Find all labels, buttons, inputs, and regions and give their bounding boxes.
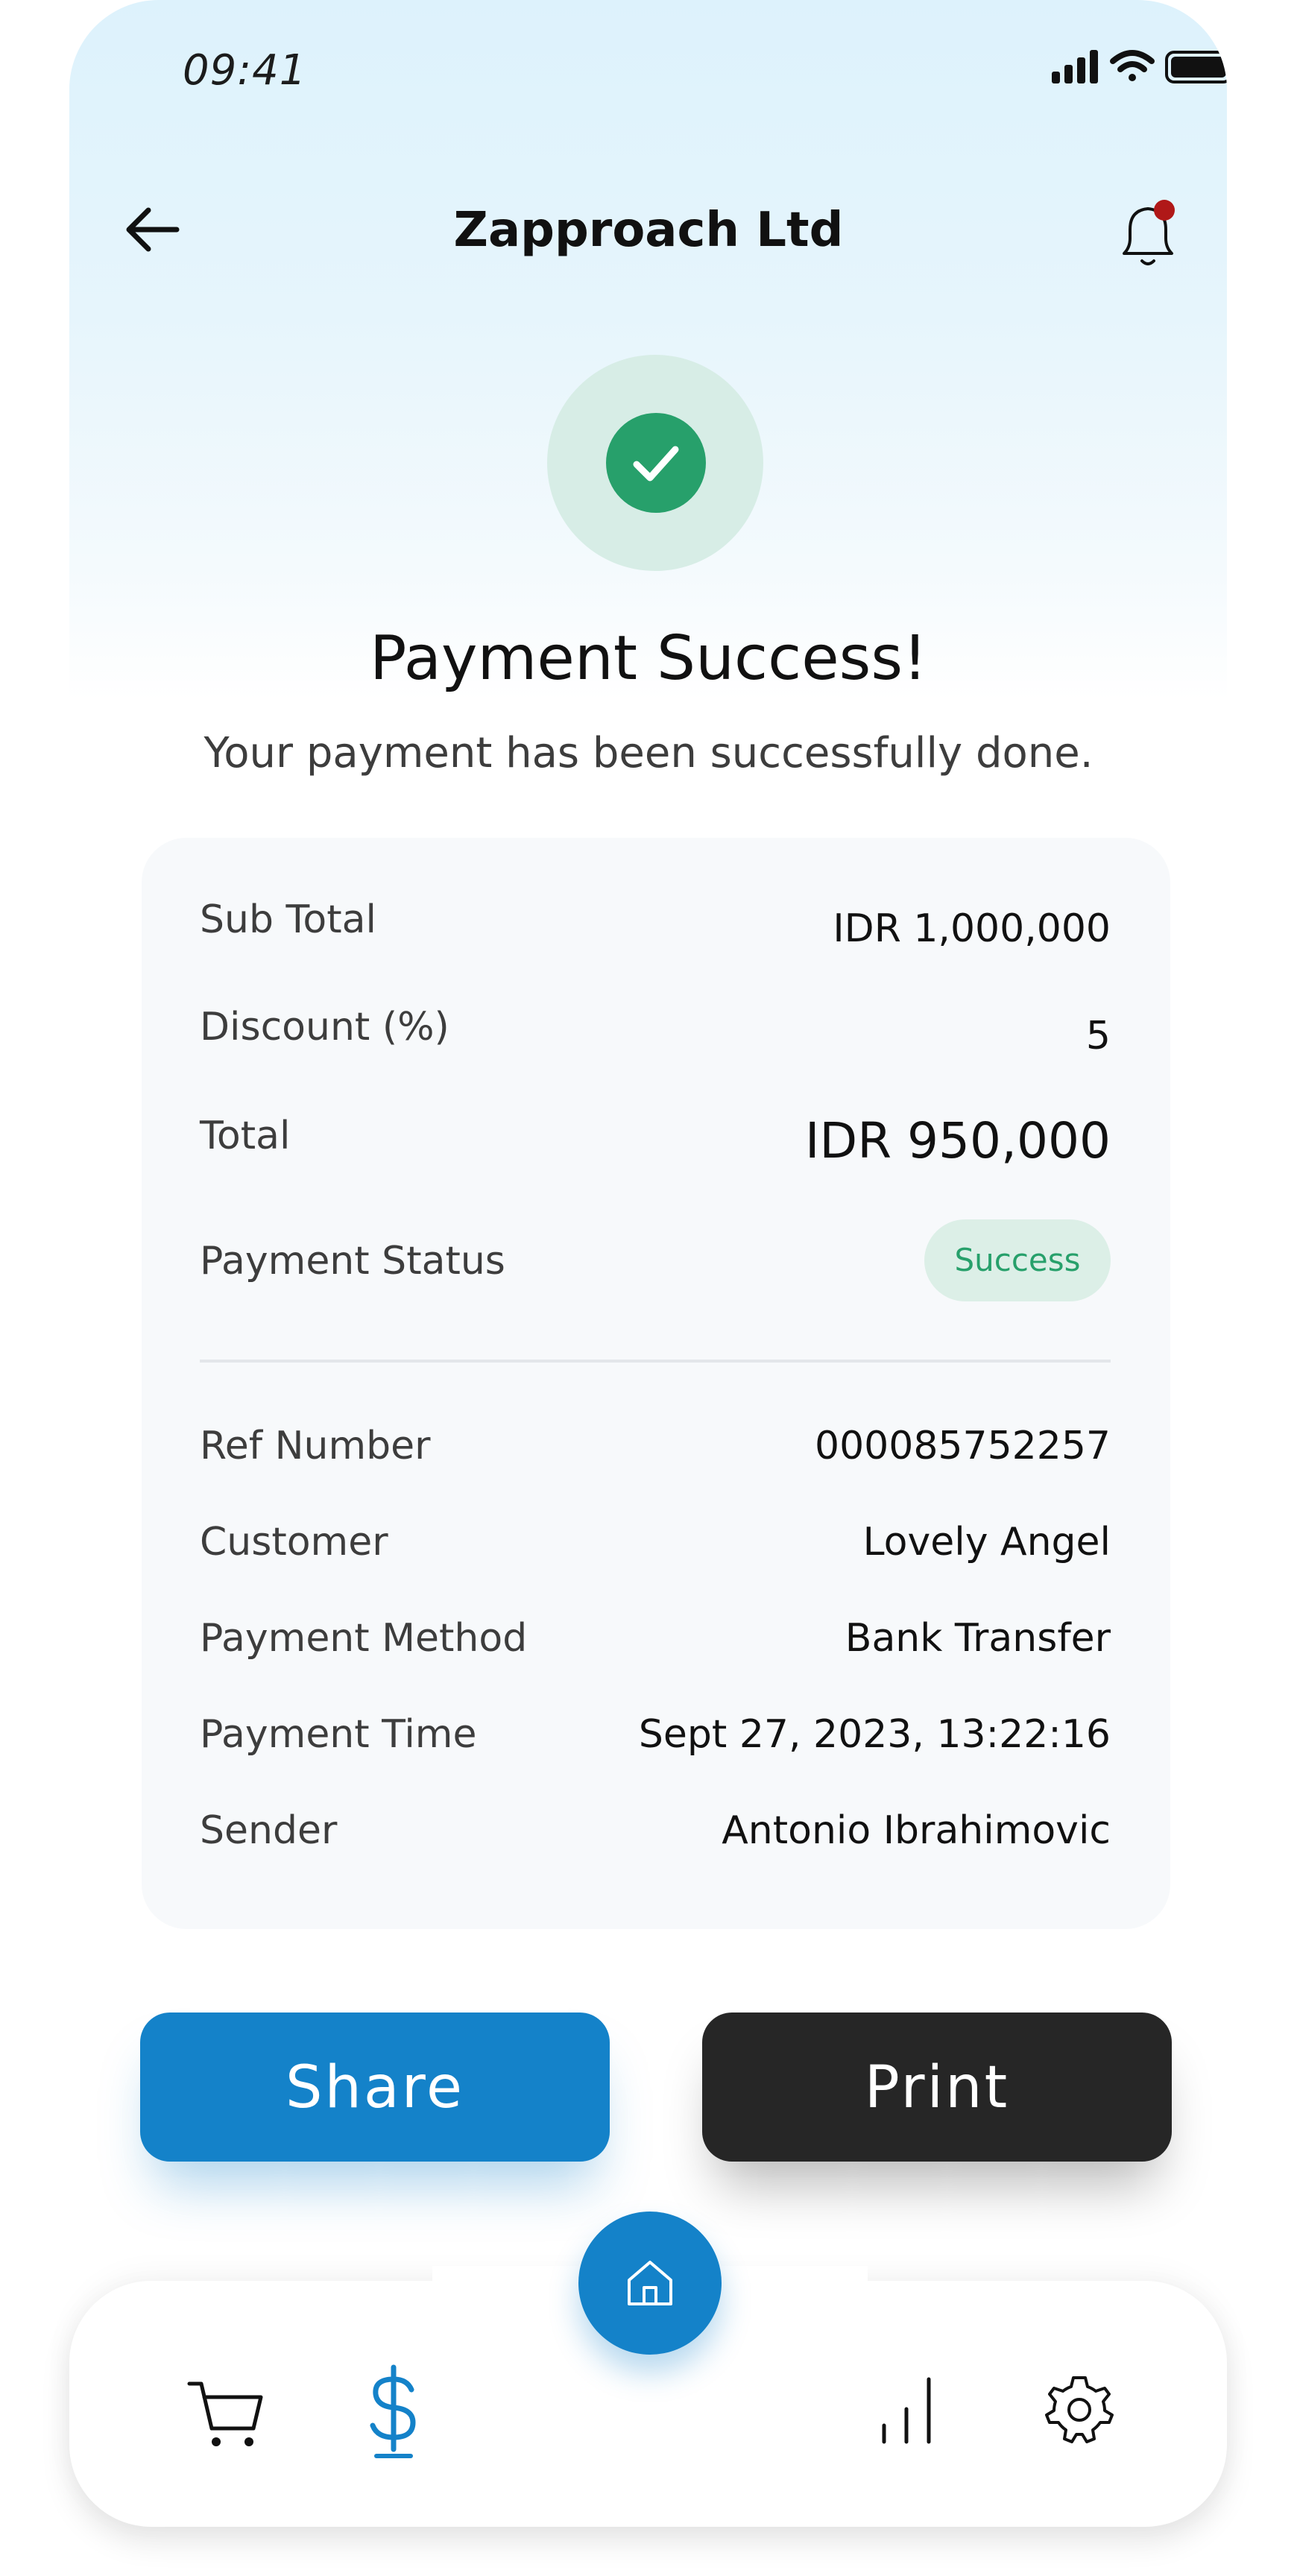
row-value: Sept 27, 2023, 13:22:16 [638,1712,1111,1757]
gear-icon [1045,2376,1114,2443]
active-indicator [374,2454,413,2458]
status-badge: Success [924,1219,1111,1301]
success-headline: Payment Success! [369,623,927,694]
nav-payments[interactable] [349,2363,438,2460]
arrow-left-icon [126,207,180,252]
row-label: Sender [200,1808,338,1853]
nav-cart[interactable] [179,2363,268,2460]
battery-icon [1165,51,1227,83]
row-label: Total [200,1114,291,1158]
row-label: Customer [200,1520,388,1565]
home-button[interactable] [578,2212,722,2355]
row-value: Antonio Ibrahimovic [722,1808,1111,1853]
row-label: Payment Time [200,1712,477,1757]
cart-icon [187,2381,263,2446]
back-button[interactable] [123,200,183,259]
payment-time-row: Payment Time Sept 27, 2023, 13:22:16 [200,1712,1111,1794]
total-row: Total IDR 950,000 [200,1112,1111,1196]
payment-success-screen: 09:41 Zapproach Ltd Payment Success! You… [0,0,1297,2576]
row-label: Payment Method [200,1616,528,1661]
ref-number-row: Ref Number 000085752257 [200,1424,1111,1506]
bell-icon [1123,200,1175,265]
success-message: Your payment has been successfully done. [203,729,1094,777]
notifications-button[interactable] [1111,195,1185,270]
home-icon [628,2261,672,2305]
print-button[interactable]: Print [702,2012,1172,2162]
share-button[interactable]: Share [140,2012,610,2162]
payment-method-row: Payment Method Bank Transfer [200,1616,1111,1698]
nav-reports[interactable] [863,2363,953,2460]
row-value: IDR 1,000,000 [833,906,1111,951]
row-value: 5 [1085,1014,1111,1058]
row-label: Payment Status [200,1239,505,1284]
subtotal-row: Sub Total IDR 1,000,000 [200,897,1111,979]
payment-status-row: Payment Status Success [200,1219,1111,1301]
customer-row: Customer Lovely Angel [200,1520,1111,1602]
check-circle-icon [606,413,706,513]
divider [200,1360,1111,1363]
signal-icon [1052,50,1098,83]
row-value: 000085752257 [814,1424,1111,1468]
bar-chart-icon [882,2377,931,2444]
row-label: Sub Total [200,897,376,942]
notification-dot [1154,200,1175,221]
page-title: Zapproach Ltd [453,203,844,258]
row-value: Bank Transfer [845,1616,1111,1661]
row-label: Discount (%) [200,1005,449,1049]
discount-row: Discount (%) 5 [200,1005,1111,1087]
wifi-icon [1110,50,1155,81]
status-icons [1052,46,1227,91]
row-label: Ref Number [200,1424,431,1468]
total-value: IDR 950,000 [804,1112,1111,1169]
row-value: Lovely Angel [862,1520,1111,1565]
status-time: 09:41 [183,46,307,95]
nav-settings[interactable] [1035,2363,1124,2460]
payment-details-card: Sub Total IDR 1,000,000 Discount (%) 5 T… [142,838,1170,1929]
sender-row: Sender Antonio Ibrahimovic [200,1808,1111,1890]
dollar-icon [370,2364,416,2458]
